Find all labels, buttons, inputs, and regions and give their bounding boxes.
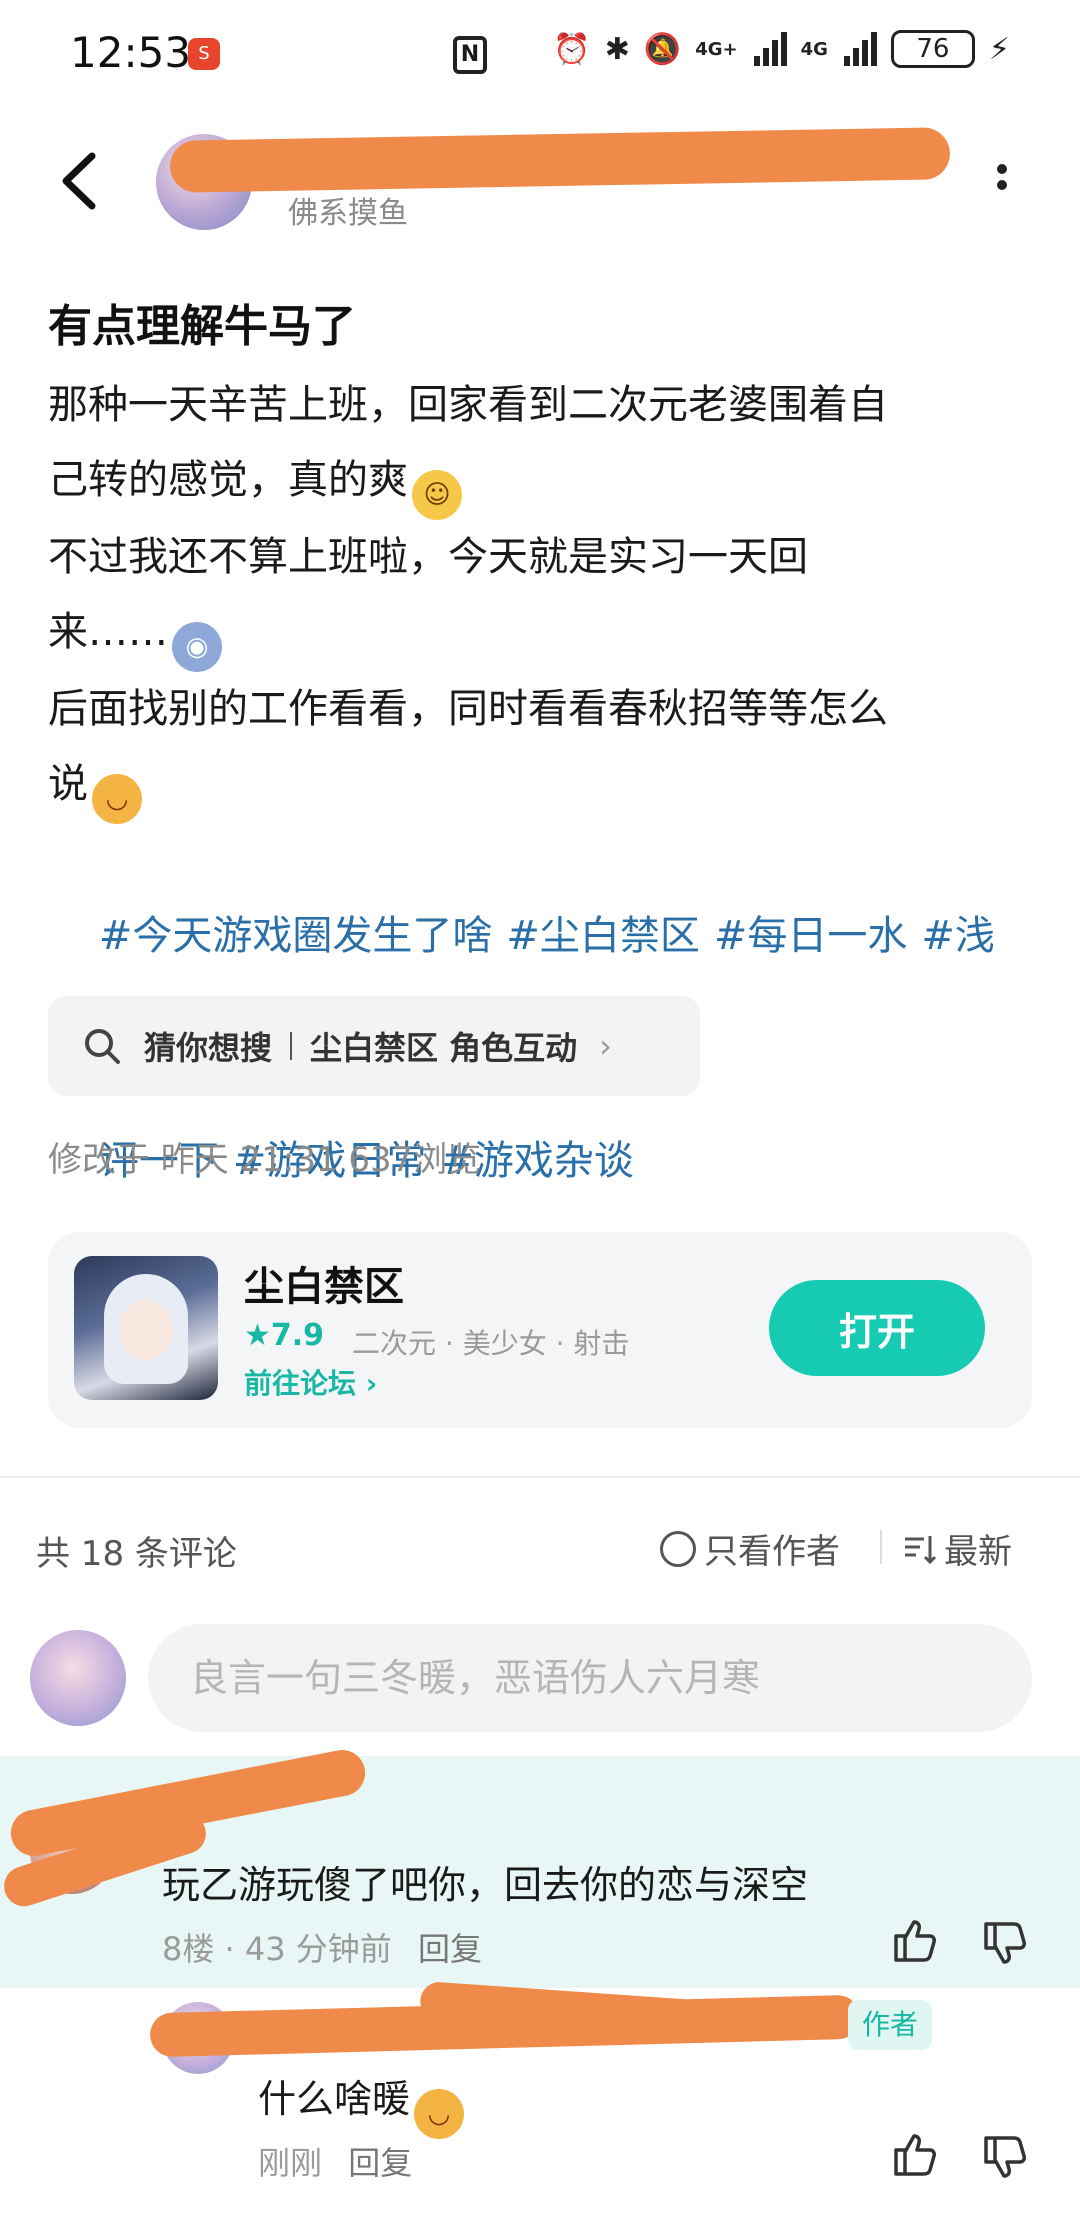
reply-button[interactable]: 回复 — [348, 2144, 412, 2182]
divider — [290, 1032, 293, 1060]
charging-icon: ⚡ — [988, 31, 1010, 67]
app-notification-icon: S — [188, 38, 220, 70]
author-only-toggle[interactable]: 只看作者 — [660, 1524, 840, 1573]
status-bar: 12:53 S N ⏰ ✱ 🔕 4G+ 4G 76 ⚡ — [0, 0, 1080, 110]
signal-icon-2 — [843, 32, 877, 66]
game-rating: ★7.9 — [244, 1318, 325, 1353]
dislike-button[interactable] — [978, 2132, 1030, 2184]
circle-icon — [660, 1530, 696, 1567]
signal-icon — [753, 32, 787, 66]
hashtag-link[interactable]: #尘白禁区 — [506, 913, 700, 959]
reply-meta: 刚刚 回复 — [258, 2144, 413, 2182]
back-arrow-icon — [62, 152, 96, 210]
more-icon — [997, 164, 1007, 174]
comment-meta: 8楼 · 43 分钟前 回复 — [162, 1930, 482, 1968]
status-time: 12:53 — [70, 28, 192, 77]
nfc-icon: N — [453, 36, 487, 74]
open-game-button[interactable]: 打开 — [769, 1280, 985, 1376]
post-line: 不过我还不算上班啦，今天就是实习一天回 — [48, 534, 808, 580]
comment-text: 玩乙游玩傻了吧你，回去你的恋与深空 — [162, 1863, 809, 1907]
forum-link[interactable]: 前往论坛 › — [244, 1362, 377, 1402]
game-tags: 二次元 · 美少女 · 射击 — [352, 1327, 630, 1360]
section-divider — [0, 1476, 1080, 1478]
sort-icon — [905, 1535, 936, 1564]
author-badge: 作者 — [848, 2000, 933, 2050]
post-line: 己转的感觉，真的爽 ☺ — [48, 443, 1038, 520]
thumb-down-icon — [984, 1922, 1026, 1964]
author-name-redaction — [169, 127, 951, 193]
like-button[interactable] — [888, 1914, 940, 1966]
network-type-2: 4G — [800, 38, 828, 60]
author-subtitle: 佛系摸鱼 — [288, 196, 408, 231]
ghost-emoji-icon: ◉ — [172, 622, 222, 672]
hashtag-link[interactable]: #浅 — [921, 913, 995, 959]
battery-icon: 76 — [890, 30, 975, 68]
game-icon — [74, 1256, 218, 1400]
mute-icon: 🔕 — [643, 31, 682, 67]
thumb-up-icon — [894, 1920, 936, 1962]
reply-button[interactable]: 回复 — [418, 1930, 482, 1968]
status-icons: ⏰ ✱ 🔕 4G+ 4G 76 ⚡ — [553, 30, 1010, 68]
post-line: 后面找别的工作看看，同时看看春秋招等等怎么 — [48, 686, 888, 732]
post-title: 有点理解牛马了 — [48, 301, 356, 352]
search-suggest-query: 尘白禁区 角色互动 — [310, 1029, 578, 1067]
star-icon: ★ — [244, 1318, 271, 1353]
hashtag-link[interactable]: #今天游戏圈发生了啥 — [99, 913, 493, 959]
search-suggest-lead: 猜你想搜 — [144, 1029, 273, 1067]
comments-count: 共 18 条评论 — [36, 1534, 237, 1574]
game-title: 尘白禁区 — [244, 1264, 404, 1310]
alarm-icon: ⏰ — [553, 31, 591, 67]
thumb-up-icon — [894, 2134, 936, 2176]
chevron-right-icon: › — [599, 1027, 612, 1065]
chevron-right-icon: › — [365, 1367, 378, 1400]
sad-emoji-icon: ◡ — [92, 774, 142, 824]
thumb-down-icon — [984, 2136, 1026, 2178]
smile-emoji-icon: ☺ — [412, 470, 462, 520]
post-meta: 修改于 昨天 21:31 637浏览 — [48, 1140, 482, 1180]
post-line: 来…… ◉ — [48, 595, 1038, 672]
search-icon — [85, 1029, 120, 1064]
bluetooth-icon: ✱ — [604, 31, 630, 67]
like-button[interactable] — [888, 2128, 940, 2180]
reply-text: 什么啥暖 ◡ — [258, 2068, 465, 2139]
game-card[interactable]: 尘白禁区 ★7.9 二次元 · 美少女 · 射击 前往论坛 › 打开 — [48, 1232, 1032, 1428]
hashtag-link[interactable]: #每日一水 — [714, 913, 908, 959]
search-suggestion-chip[interactable]: 猜你想搜 尘白禁区 角色互动 › — [48, 996, 700, 1096]
post-line: 说 ◡ — [48, 747, 1038, 824]
comment-input[interactable] — [148, 1624, 1032, 1732]
emoji-icon: ◡ — [414, 2089, 465, 2139]
my-avatar — [30, 1630, 126, 1726]
divider — [880, 1530, 882, 1564]
network-type-1: 4G+ — [695, 38, 738, 60]
back-button[interactable] — [52, 148, 112, 214]
post-line: 那种一天辛苦上班，回家看到二次元老婆围着自 — [48, 382, 888, 428]
more-button[interactable] — [984, 158, 1020, 206]
sort-latest-button[interactable]: 最新 — [902, 1524, 1012, 1573]
dislike-button[interactable] — [978, 1918, 1030, 1970]
